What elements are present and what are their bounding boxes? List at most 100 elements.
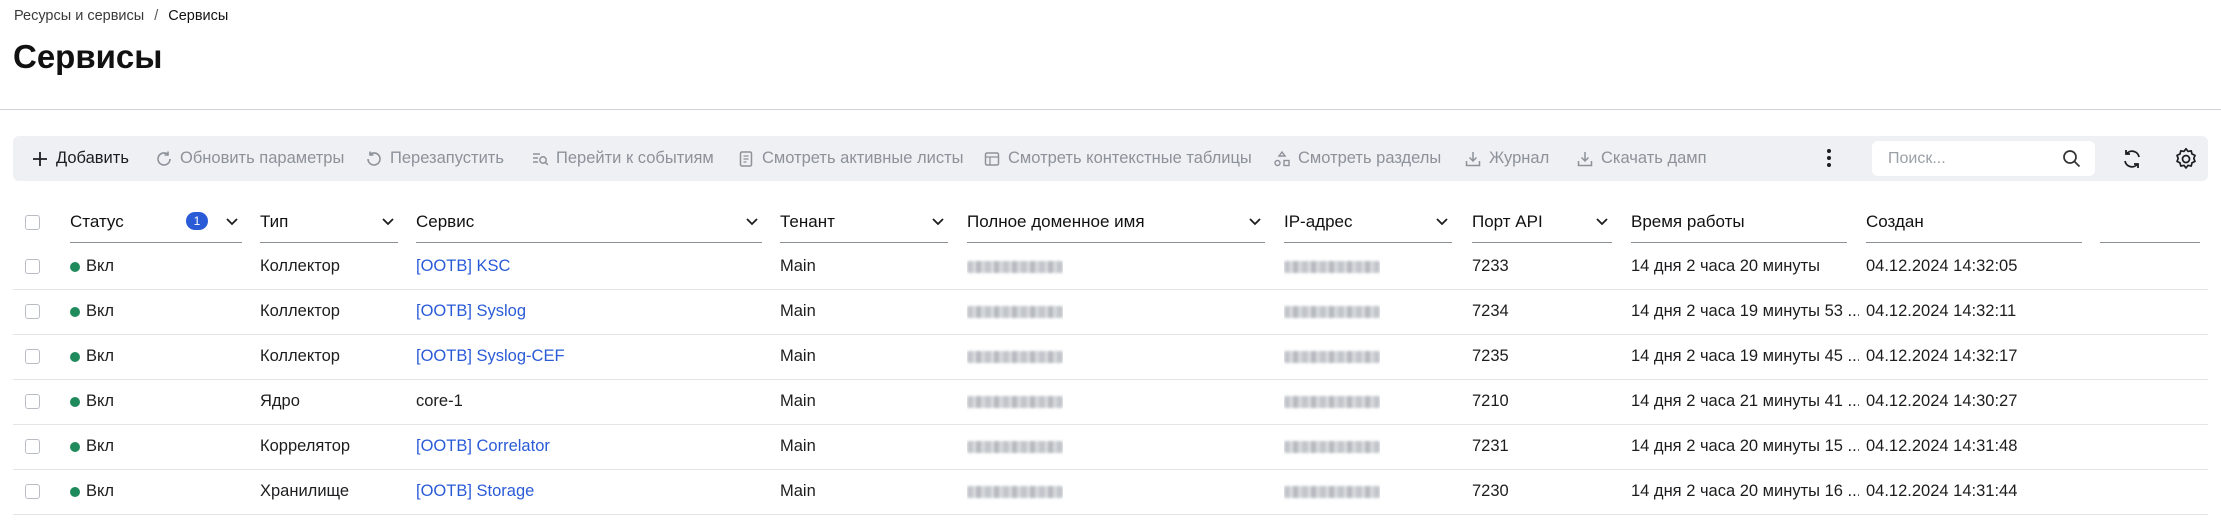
chevron-down-icon[interactable] bbox=[930, 213, 946, 229]
redacted-text bbox=[1284, 485, 1380, 498]
uptime-cell: 14 дня 2 часа 19 минуты 53 ... bbox=[1631, 302, 1859, 320]
plus-icon bbox=[33, 151, 47, 166]
row-checkbox[interactable] bbox=[25, 304, 40, 319]
column-header-type[interactable]: Тип bbox=[260, 200, 398, 243]
breadcrumb-parent-link[interactable]: Ресурсы и сервисы bbox=[14, 8, 144, 24]
reload-button[interactable] bbox=[2120, 147, 2144, 171]
settings-button[interactable] bbox=[2174, 147, 2198, 171]
redacted-text bbox=[967, 485, 1063, 498]
redacted-text bbox=[967, 305, 1063, 318]
created-cell: 04.12.2024 14:31:48 bbox=[1866, 437, 2018, 455]
column-underline bbox=[780, 242, 948, 243]
more-vertical-icon bbox=[1827, 149, 1831, 167]
column-header-status[interactable]: Статус 1 bbox=[70, 200, 242, 243]
chevron-down-icon[interactable] bbox=[1247, 213, 1263, 229]
column-header-api-port[interactable]: Порт API bbox=[1472, 200, 1612, 243]
uptime-cell: 14 дня 2 часа 20 минуты bbox=[1631, 257, 1821, 275]
column-header-ip[interactable]: IP-адрес bbox=[1284, 200, 1452, 243]
status-text: Вкл bbox=[86, 437, 115, 455]
column-underline bbox=[70, 242, 242, 243]
update-params-button[interactable]: Обновить параметры bbox=[155, 136, 344, 181]
breadcrumb-current: Сервисы bbox=[168, 8, 229, 24]
port-cell: 7231 bbox=[1472, 437, 1509, 455]
download-icon bbox=[1577, 151, 1593, 166]
refresh-icon bbox=[157, 151, 171, 166]
status-cell: Вкл bbox=[70, 334, 114, 379]
ip-cell-redacted bbox=[1284, 469, 1380, 514]
row-checkbox[interactable] bbox=[25, 439, 40, 454]
service-link[interactable]: [OOTB] Syslog bbox=[416, 289, 526, 334]
column-underline bbox=[1472, 242, 1612, 243]
service-link[interactable]: [OOTB] Storage bbox=[416, 469, 534, 514]
column-header-tenant[interactable]: Тенант bbox=[780, 200, 948, 243]
type-cell: Ядро bbox=[260, 392, 300, 410]
column-header-api-port-label: Порт API bbox=[1472, 211, 1543, 231]
search-box bbox=[1872, 141, 2095, 176]
update-params-label: Обновить параметры bbox=[180, 149, 345, 167]
row-checkbox[interactable] bbox=[25, 349, 40, 364]
row-checkbox[interactable] bbox=[25, 394, 40, 409]
port-cell: 7233 bbox=[1472, 257, 1509, 275]
select-all-checkbox[interactable] bbox=[25, 215, 40, 230]
ip-cell-redacted bbox=[1284, 379, 1380, 424]
view-partitions-button[interactable]: Смотреть разделы bbox=[1273, 136, 1441, 181]
column-header-fqdn[interactable]: Полное доменное имя bbox=[967, 200, 1265, 243]
view-partitions-label: Смотреть разделы bbox=[1298, 149, 1442, 167]
table-row[interactable]: Вкл Хранилище [OOTB] Storage Main 7230 14 дня… bbox=[13, 469, 2208, 515]
uptime-cell: 14 дня 2 часа 19 минуты 45 ... bbox=[1631, 347, 1859, 365]
row-checkbox[interactable] bbox=[25, 259, 40, 274]
column-header-type-label: Тип bbox=[260, 211, 289, 231]
row-checkbox[interactable] bbox=[25, 484, 40, 499]
restart-button[interactable]: Перезапустить bbox=[365, 136, 504, 181]
go-to-events-button[interactable]: Перейти к событиям bbox=[531, 136, 714, 181]
status-cell: Вкл bbox=[70, 379, 114, 424]
table-row[interactable]: Вкл Коллектор [OOTB] KSC Main 7233 14 дня 2 ч… bbox=[13, 244, 2208, 290]
status-text: Вкл bbox=[86, 302, 115, 320]
journal-button[interactable]: Журнал bbox=[1464, 136, 1549, 181]
table-row[interactable]: Вкл Коллектор [OOTB] Syslog Main 7234 14 дня … bbox=[13, 289, 2208, 335]
ip-cell-redacted bbox=[1284, 244, 1380, 289]
table-row[interactable]: Вкл Коллектор [OOTB] Syslog-CEF Main 7235 14 … bbox=[13, 334, 2208, 380]
chevron-down-icon[interactable] bbox=[1594, 213, 1610, 229]
page-title: Сервисы bbox=[13, 38, 163, 75]
type-cell: Коллектор bbox=[260, 302, 340, 320]
add-button[interactable]: Добавить bbox=[31, 136, 129, 181]
chevron-down-icon[interactable] bbox=[1434, 213, 1450, 229]
view-active-lists-button[interactable]: Смотреть активные листы bbox=[737, 136, 964, 181]
restart-label: Перезапустить bbox=[390, 149, 504, 167]
column-header-uptime-label: Время работы bbox=[1631, 211, 1745, 231]
column-header-created[interactable]: Создан bbox=[1866, 200, 2082, 243]
search-icon[interactable] bbox=[2062, 149, 2081, 168]
reload-icon bbox=[2124, 150, 2140, 168]
chevron-down-icon[interactable] bbox=[380, 213, 396, 229]
column-header-service[interactable]: Сервис bbox=[416, 200, 762, 243]
journal-label: Журнал bbox=[1489, 149, 1550, 167]
fqdn-cell-redacted bbox=[967, 469, 1063, 514]
column-header-uptime[interactable]: Время работы bbox=[1631, 200, 1847, 243]
status-cell: Вкл bbox=[70, 424, 114, 469]
redacted-text bbox=[967, 260, 1063, 273]
more-options-button[interactable] bbox=[1819, 148, 1839, 168]
view-context-tables-button[interactable]: Смотреть контекстные таблицы bbox=[983, 136, 1252, 181]
chevron-down-icon[interactable] bbox=[744, 213, 760, 229]
table-row[interactable]: Вкл Коррелятор [OOTB] Correlator Main 7231 14… bbox=[13, 424, 2208, 470]
service-link[interactable]: [OOTB] KSC bbox=[416, 244, 510, 289]
search-input[interactable] bbox=[1886, 148, 2060, 169]
uptime-cell: 14 дня 2 часа 20 минуты 16 ... bbox=[1631, 482, 1859, 500]
status-on-dot-icon bbox=[70, 396, 80, 407]
service-link[interactable]: [OOTB] Syslog-CEF bbox=[416, 334, 565, 379]
service-link[interactable]: [OOTB] Correlator bbox=[416, 424, 550, 469]
status-on-dot-icon bbox=[70, 351, 80, 362]
fqdn-cell-redacted bbox=[967, 334, 1063, 379]
breadcrumb: Ресурсы и сервисы / Сервисы bbox=[14, 8, 228, 24]
ip-cell-redacted bbox=[1284, 334, 1380, 379]
ip-cell-redacted bbox=[1284, 289, 1380, 334]
download-dump-button[interactable]: Скачать дамп bbox=[1576, 136, 1707, 181]
view-context-tables-label: Смотреть контекстные таблицы bbox=[1008, 149, 1252, 167]
table-row[interactable]: Вкл Ядро core-1 Main 7210 14 дня 2 часа 21 ми… bbox=[13, 379, 2208, 425]
column-underline bbox=[1866, 242, 2082, 243]
column-underline bbox=[260, 242, 398, 243]
tenant-cell: Main bbox=[780, 347, 816, 365]
port-cell: 7235 bbox=[1472, 347, 1509, 365]
chevron-down-icon[interactable] bbox=[224, 213, 240, 229]
